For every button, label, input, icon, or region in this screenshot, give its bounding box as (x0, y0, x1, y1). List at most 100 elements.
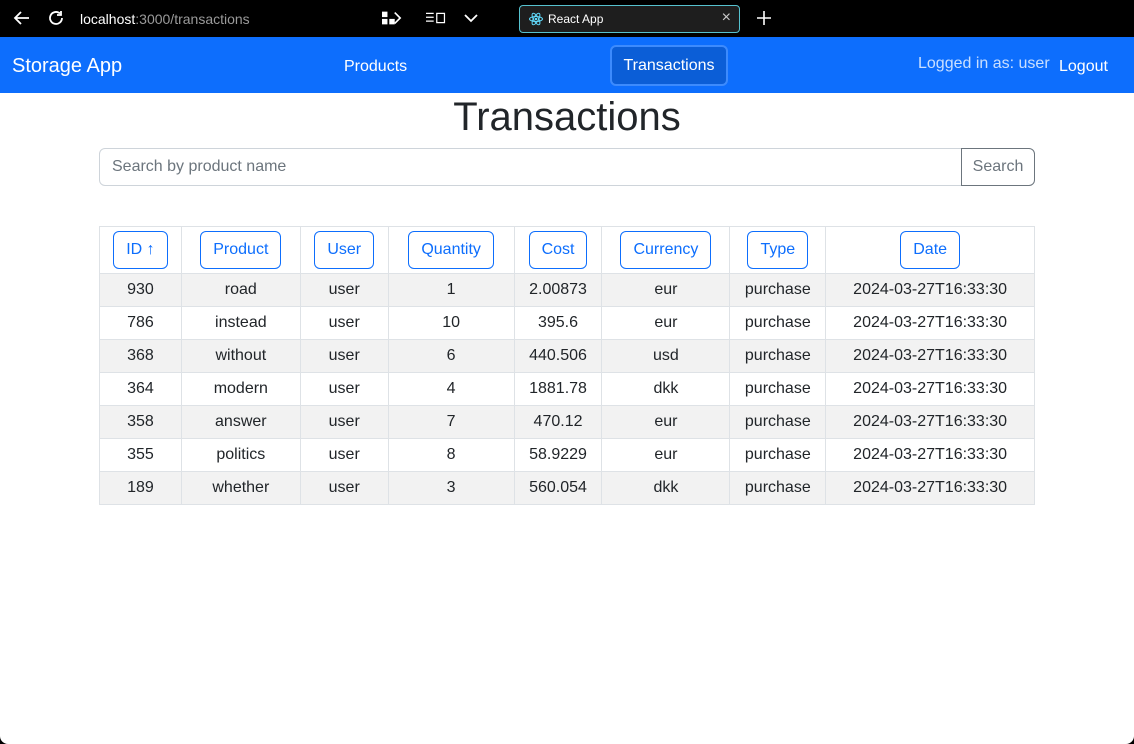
cell-cost: 1881.78 (513, 372, 603, 406)
sort-cost-button[interactable]: Cost (528, 231, 588, 269)
url-host: localhost (80, 11, 136, 27)
cell-user: user (299, 339, 389, 373)
cell-date: 2024-03-27T16:33:30 (825, 306, 1035, 340)
cell-quantity: 8 (387, 438, 515, 472)
app-grid-icon[interactable] (382, 8, 402, 28)
search-group: Search (99, 148, 1035, 186)
table-row: 368 without user 6 440.506 usd purchase … (99, 339, 1035, 373)
cell-date: 2024-03-27T16:33:30 (825, 339, 1035, 373)
cell-user: user (299, 273, 389, 307)
header-cell-product: Product (180, 226, 301, 274)
cell-type: purchase (729, 471, 827, 505)
cell-type: purchase (729, 372, 827, 406)
browser-tab[interactable]: React App × (519, 5, 740, 33)
header-cell-user: User (299, 226, 389, 274)
logout-link[interactable]: Logout (1059, 58, 1108, 76)
cell-date: 2024-03-27T16:33:30 (825, 372, 1035, 406)
cell-type: purchase (729, 306, 827, 340)
brand-link[interactable]: Storage App (12, 55, 122, 78)
cell-quantity: 4 (387, 372, 515, 406)
cell-currency: eur (601, 273, 731, 307)
cell-currency: usd (601, 339, 731, 373)
reading-view-icon[interactable] (426, 8, 446, 28)
sort-quantity-button[interactable]: Quantity (408, 231, 494, 269)
cell-type: purchase (729, 339, 827, 373)
cell-id: 355 (99, 438, 182, 472)
sort-product-button[interactable]: Product (200, 231, 282, 269)
header-cell-id: ID ↑ (99, 226, 182, 274)
back-arrow-icon[interactable] (12, 8, 32, 28)
cell-cost: 2.00873 (513, 273, 603, 307)
cell-product: road (180, 273, 301, 307)
sort-date-button[interactable]: Date (900, 231, 961, 269)
tab-title: React App (548, 12, 604, 26)
cell-product: whether (180, 471, 301, 505)
cell-product: answer (180, 405, 301, 439)
cell-cost: 560.054 (513, 471, 603, 505)
logged-in-text: Logged in as: user (918, 55, 1050, 72)
url-path: :3000/transactions (135, 11, 250, 27)
cell-type: purchase (729, 405, 827, 439)
page-viewport: Storage App Products Transactions Logged… (0, 37, 1134, 744)
table-row: 364 modern user 4 1881.78 dkk purchase 2… (99, 372, 1035, 406)
transactions-table: ID ↑ Product User Quantity Cost Currency… (99, 226, 1035, 505)
nav-transactions-button[interactable]: Transactions (610, 45, 728, 86)
cell-user: user (299, 438, 389, 472)
cell-date: 2024-03-27T16:33:30 (825, 405, 1035, 439)
cell-product: politics (180, 438, 301, 472)
sort-type-button[interactable]: Type (747, 231, 809, 269)
cell-type: purchase (729, 438, 827, 472)
navbar: Storage App Products Transactions Logged… (0, 37, 1134, 93)
cell-currency: eur (601, 306, 731, 340)
cell-user: user (299, 405, 389, 439)
sort-id-button[interactable]: ID ↑ (113, 231, 168, 269)
cell-quantity: 7 (387, 405, 515, 439)
cell-date: 2024-03-27T16:33:30 (825, 273, 1035, 307)
search-input[interactable] (99, 148, 963, 186)
cell-type: purchase (729, 273, 827, 307)
cell-date: 2024-03-27T16:33:30 (825, 471, 1035, 505)
cell-cost: 395.6 (513, 306, 603, 340)
cell-currency: dkk (601, 471, 731, 505)
header-cell-type: Type (729, 226, 827, 274)
header-cell-currency: Currency (601, 226, 731, 274)
address-bar[interactable]: localhost:3000/transactions (80, 11, 250, 27)
new-tab-icon[interactable] (754, 8, 774, 28)
cell-product: without (180, 339, 301, 373)
table-row: 358 answer user 7 470.12 eur purchase 20… (99, 405, 1035, 439)
cell-id: 358 (99, 405, 182, 439)
react-logo-icon (529, 12, 543, 26)
table-header-row: ID ↑ Product User Quantity Cost Currency… (99, 226, 1035, 274)
cell-quantity: 10 (387, 306, 515, 340)
cell-id: 189 (99, 471, 182, 505)
table-row: 930 road user 1 2.00873 eur purchase 202… (99, 273, 1035, 307)
table-row: 786 instead user 10 395.6 eur purchase 2… (99, 306, 1035, 340)
cell-quantity: 3 (387, 471, 515, 505)
search-button[interactable]: Search (961, 148, 1035, 186)
cell-user: user (299, 471, 389, 505)
cell-quantity: 6 (387, 339, 515, 373)
cell-product: modern (180, 372, 301, 406)
cell-quantity: 1 (387, 273, 515, 307)
nav-products-link[interactable]: Products (344, 58, 407, 76)
cell-cost: 470.12 (513, 405, 603, 439)
cell-id: 930 (99, 273, 182, 307)
sort-currency-button[interactable]: Currency (620, 231, 712, 269)
sort-user-button[interactable]: User (314, 231, 375, 269)
cell-currency: dkk (601, 372, 731, 406)
page-title: Transactions (453, 95, 681, 139)
cell-currency: eur (601, 438, 731, 472)
cell-product: instead (180, 306, 301, 340)
refresh-icon[interactable] (46, 8, 66, 28)
cell-id: 786 (99, 306, 182, 340)
table-row: 189 whether user 3 560.054 dkk purchase … (99, 471, 1035, 505)
cell-id: 368 (99, 339, 182, 373)
cell-cost: 58.9229 (513, 438, 603, 472)
cell-user: user (299, 306, 389, 340)
cell-cost: 440.506 (513, 339, 603, 373)
header-cell-date: Date (825, 226, 1035, 274)
cell-user: user (299, 372, 389, 406)
close-tab-icon[interactable]: × (722, 9, 731, 27)
chevron-down-icon[interactable] (461, 8, 481, 28)
cell-id: 364 (99, 372, 182, 406)
